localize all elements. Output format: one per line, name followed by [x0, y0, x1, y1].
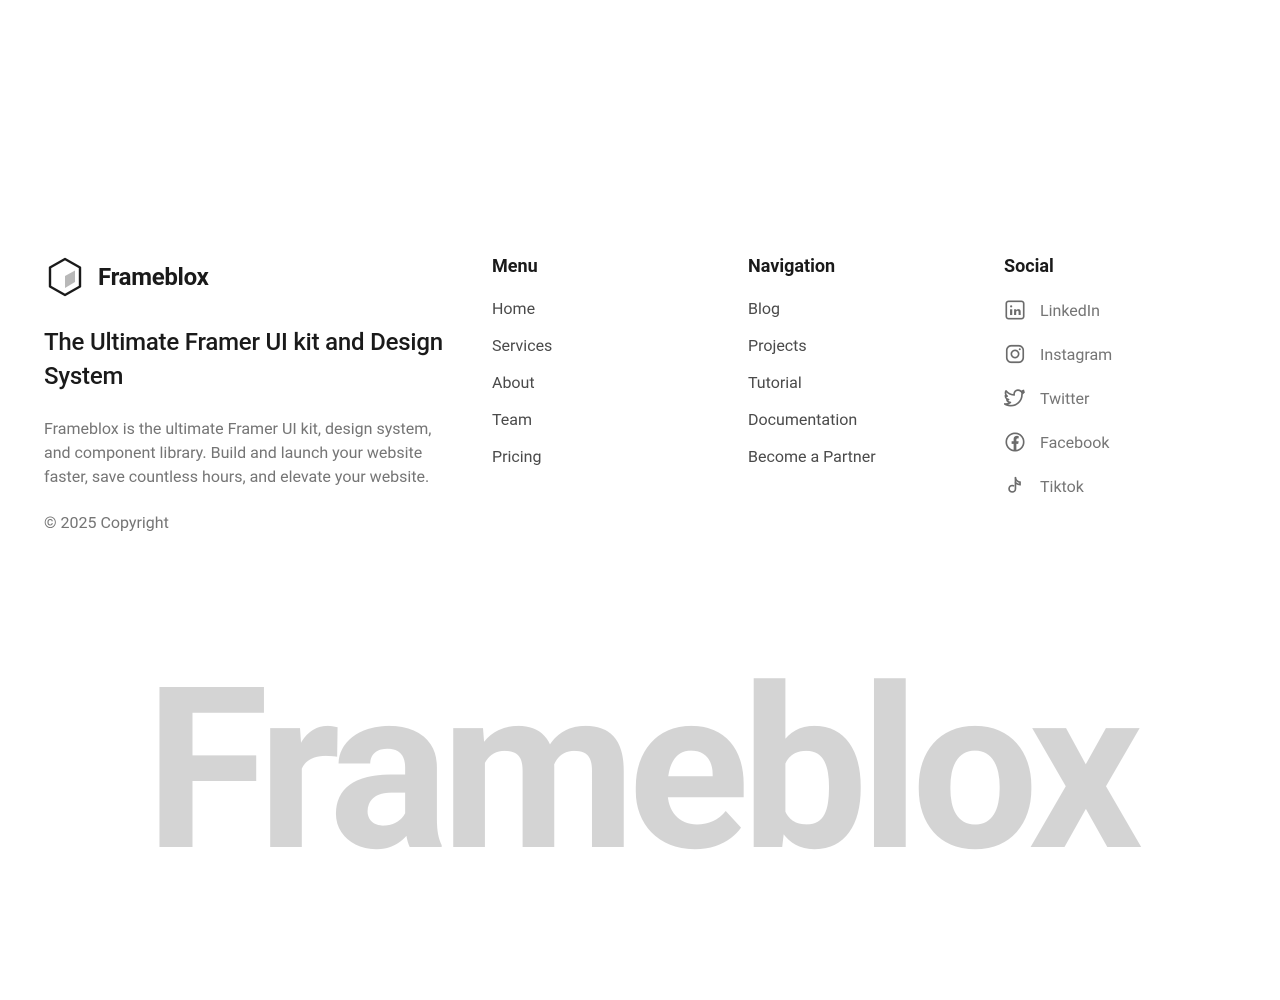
- navigation-column: Navigation Blog Projects Tutorial Docume…: [748, 256, 980, 532]
- social-title: Social: [1004, 256, 1236, 277]
- brand-description: Frameblox is the ultimate Framer UI kit,…: [44, 417, 444, 489]
- footer-brand-column: Frameblox The Ultimate Framer UI kit and…: [44, 256, 444, 532]
- nav-link-projects[interactable]: Projects: [748, 336, 807, 355]
- navigation-title: Navigation: [748, 256, 980, 277]
- nav-link-blog[interactable]: Blog: [748, 299, 780, 318]
- social-column: Social LinkedIn: [1004, 256, 1236, 532]
- menu-column: Menu Home Services About Team Pricing: [492, 256, 724, 532]
- tiktok-icon: [1004, 475, 1026, 497]
- menu-title: Menu: [492, 256, 724, 277]
- instagram-icon: [1004, 343, 1026, 365]
- social-link-tiktok[interactable]: Tiktok: [1004, 475, 1236, 497]
- social-label: Tiktok: [1040, 477, 1084, 496]
- logo-text: Frameblox: [98, 263, 209, 291]
- menu-link-services[interactable]: Services: [492, 336, 552, 355]
- copyright: © 2025 Copyright: [44, 513, 444, 532]
- menu-link-about[interactable]: About: [492, 373, 535, 392]
- twitter-icon: [1004, 387, 1026, 409]
- social-link-facebook[interactable]: Facebook: [1004, 431, 1236, 453]
- social-label: Instagram: [1040, 345, 1112, 364]
- social-label: LinkedIn: [1040, 301, 1100, 320]
- social-label: Facebook: [1040, 433, 1109, 452]
- menu-link-pricing[interactable]: Pricing: [492, 447, 542, 466]
- linkedin-icon: [1004, 299, 1026, 321]
- menu-link-team[interactable]: Team: [492, 410, 532, 429]
- nav-link-partner[interactable]: Become a Partner: [748, 447, 876, 466]
- brand-headline: The Ultimate Framer UI kit and Design Sy…: [44, 326, 444, 393]
- logo[interactable]: Frameblox: [44, 256, 444, 298]
- social-label: Twitter: [1040, 389, 1089, 408]
- logo-icon: [44, 256, 86, 298]
- nav-link-documentation[interactable]: Documentation: [748, 410, 857, 429]
- big-brand-text: Frameblox: [0, 678, 1280, 863]
- social-link-linkedin[interactable]: LinkedIn: [1004, 299, 1236, 321]
- social-link-instagram[interactable]: Instagram: [1004, 343, 1236, 365]
- facebook-icon: [1004, 431, 1026, 453]
- menu-link-home[interactable]: Home: [492, 299, 535, 318]
- nav-link-tutorial[interactable]: Tutorial: [748, 373, 802, 392]
- social-link-twitter[interactable]: Twitter: [1004, 387, 1236, 409]
